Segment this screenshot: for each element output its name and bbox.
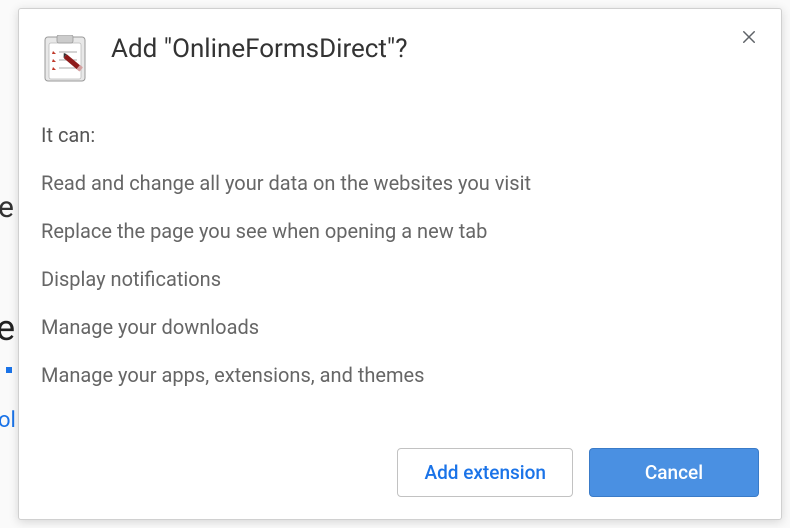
dialog-header: Add "OnlineFormsDirect"? [41, 29, 759, 83]
dialog-footer: Add extension Cancel [41, 436, 759, 497]
close-button[interactable] [735, 23, 763, 51]
background-edge-dot [6, 367, 12, 373]
background-edge-text: e [0, 307, 15, 349]
close-icon [740, 28, 758, 46]
permission-item: Manage your apps, extensions, and themes [41, 361, 759, 389]
add-extension-dialog: Add "OnlineFormsDirect"? It can: Read an… [18, 8, 782, 520]
extension-clipboard-icon [41, 35, 89, 83]
permissions-lead: It can: [41, 123, 759, 147]
permission-item: Replace the page you see when opening a … [41, 217, 759, 245]
add-extension-button[interactable]: Add extension [397, 448, 573, 497]
permission-item: Display notifications [41, 265, 759, 293]
cancel-button[interactable]: Cancel [589, 448, 759, 497]
dialog-title: Add "OnlineFormsDirect"? [111, 33, 735, 67]
background-edge-text: ol [0, 408, 16, 433]
permission-item: Manage your downloads [41, 313, 759, 341]
permissions-list: Read and change all your data on the web… [41, 169, 759, 409]
background-edge-text: e [0, 190, 14, 225]
permission-item: Read and change all your data on the web… [41, 169, 759, 197]
